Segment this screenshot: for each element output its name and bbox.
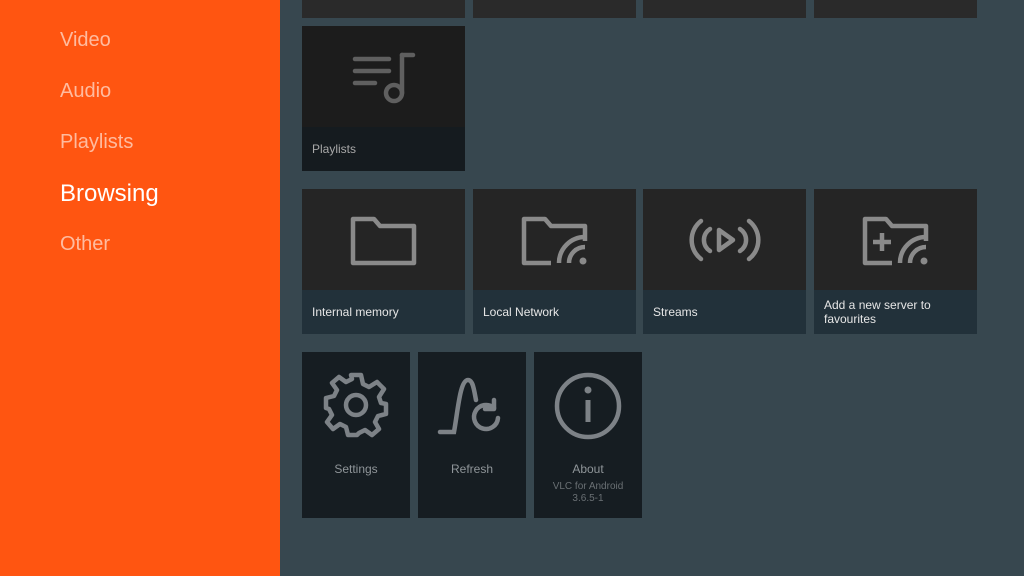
refresh-icon	[436, 370, 508, 440]
stub-card[interactable]	[302, 0, 465, 18]
sidebar: Video Audio Playlists Browsing Other	[0, 0, 280, 576]
app-root: Video Audio Playlists Browsing Other Pla…	[0, 0, 1024, 576]
card-title: Settings	[334, 462, 378, 476]
card-label: Add a new server to favourites	[814, 290, 977, 334]
sidebar-item-audio[interactable]: Audio	[60, 80, 111, 103]
folder-icon	[348, 211, 420, 269]
version-text: VLC for Android 3.6.5-1	[553, 481, 624, 505]
stub-card[interactable]	[814, 0, 977, 18]
gear-icon	[321, 370, 391, 440]
sidebar-item-playlists[interactable]: Playlists	[60, 131, 133, 154]
sidebar-item-video[interactable]: Video	[60, 29, 111, 52]
local-network-card[interactable]: Local Network	[473, 189, 636, 334]
settings-card[interactable]: Settings	[302, 352, 410, 518]
card-label: Local Network	[473, 290, 636, 334]
sidebar-item-other[interactable]: Other	[60, 233, 110, 256]
folder-network-icon	[519, 211, 591, 269]
internal-memory-card[interactable]: Internal memory	[302, 189, 465, 334]
playlist-music-icon	[349, 49, 419, 105]
stub-card[interactable]	[473, 0, 636, 18]
add-server-card[interactable]: Add a new server to favourites	[814, 189, 977, 334]
card-title: About	[572, 462, 604, 476]
info-icon	[552, 370, 624, 442]
sidebar-item-browsing[interactable]: Browsing	[60, 180, 159, 208]
content-area: Playlists Internal memory Local Network …	[280, 0, 1024, 576]
card-title: Refresh	[450, 462, 494, 476]
about-card[interactable]: About VLC for Android 3.6.5-1	[534, 352, 642, 518]
stub-card[interactable]	[643, 0, 806, 18]
card-label: Streams	[643, 290, 806, 334]
playlists-card[interactable]: Playlists	[302, 26, 465, 171]
card-label: Playlists	[302, 127, 465, 171]
card-label: Internal memory	[302, 290, 465, 334]
folder-add-network-icon	[860, 211, 932, 269]
stream-icon	[687, 215, 763, 265]
streams-card[interactable]: Streams	[643, 189, 806, 334]
app-name-text: VLC for Android	[552, 481, 624, 492]
version-number-text: 3.6.5-1	[572, 493, 604, 504]
refresh-card[interactable]: Refresh	[418, 352, 526, 518]
